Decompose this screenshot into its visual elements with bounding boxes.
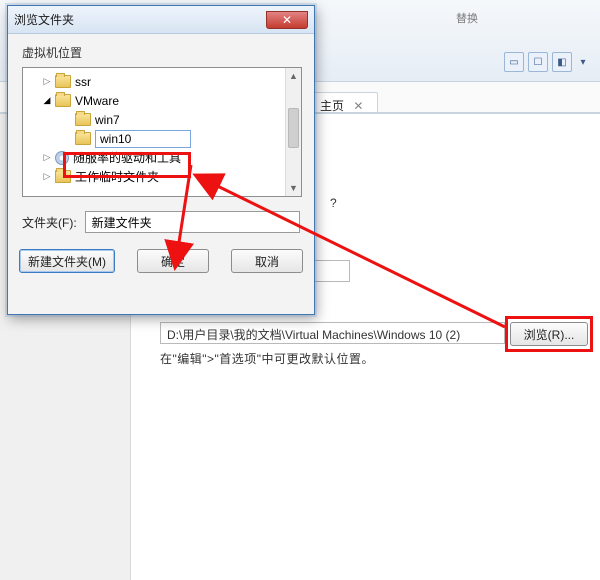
tree-item-drivers[interactable]: ▷ 随服率的驱动和工具 bbox=[25, 148, 299, 167]
tree-rename-input[interactable] bbox=[95, 130, 191, 148]
tree-item-vmware[interactable]: ◢ VMware bbox=[25, 91, 299, 110]
scroll-down-icon[interactable]: ▼ bbox=[286, 180, 301, 196]
folder-icon bbox=[75, 113, 91, 126]
spacer-icon bbox=[61, 133, 73, 145]
browse-button[interactable]: 浏览(R)... bbox=[510, 322, 588, 346]
folder-icon bbox=[55, 94, 71, 107]
tree-item-win7[interactable]: win7 bbox=[25, 110, 299, 129]
collapse-icon[interactable]: ◢ bbox=[41, 95, 53, 107]
tree-scrollbar[interactable]: ▲ ▼ bbox=[285, 68, 301, 196]
expand-icon[interactable]: ▷ bbox=[41, 152, 53, 164]
tree-item-ssr[interactable]: ▷ ssr bbox=[25, 72, 299, 91]
layout-dropdown-icon[interactable]: ▾ bbox=[576, 52, 590, 72]
folder-icon bbox=[55, 75, 71, 88]
layout-icon-1[interactable]: ▭ bbox=[504, 52, 524, 72]
spacer-icon bbox=[61, 114, 73, 126]
folder-icon bbox=[55, 170, 71, 183]
ribbon-view-icons: ▭ ☐ ◧ ▾ bbox=[504, 52, 590, 72]
vm-path-field[interactable]: D:\用户目录\我的文档\Virtual Machines\Windows 10… bbox=[160, 322, 505, 344]
dialog-close-button[interactable]: ✕ bbox=[266, 11, 308, 29]
browse-folder-dialog: 浏览文件夹 ✕ 虚拟机位置 ▷ ssr ◢ VMware win7 bbox=[7, 5, 315, 315]
dialog-title: 浏览文件夹 bbox=[14, 11, 266, 28]
folder-tree[interactable]: ▷ ssr ◢ VMware win7 ▷ 随服 bbox=[22, 67, 302, 197]
folder-field-label: 文件夹(F): bbox=[22, 214, 77, 231]
expand-icon[interactable]: ▷ bbox=[41, 171, 53, 183]
disc-icon bbox=[55, 151, 69, 165]
ribbon-replace-label: 替换 bbox=[456, 10, 478, 26]
folder-icon bbox=[75, 132, 91, 145]
tab-home-label: 主页 bbox=[320, 99, 344, 113]
scroll-thumb[interactable] bbox=[288, 108, 299, 148]
folder-name-input[interactable] bbox=[85, 211, 300, 233]
dialog-titlebar: 浏览文件夹 ✕ bbox=[8, 6, 314, 34]
default-location-help: 在"编辑">"首选项"中可更改默认位置。 bbox=[160, 350, 374, 367]
tab-close-icon[interactable]: ✕ bbox=[353, 99, 363, 113]
layout-icon-2[interactable]: ☐ bbox=[528, 52, 548, 72]
tree-item-win10[interactable] bbox=[25, 129, 299, 148]
bg-question-mark: ? bbox=[330, 196, 337, 210]
tree-label: VMware bbox=[75, 94, 119, 108]
dialog-section-label: 虚拟机位置 bbox=[22, 44, 300, 61]
layout-icon-3[interactable]: ◧ bbox=[552, 52, 572, 72]
tree-label: 工作临时文件夹 bbox=[75, 168, 159, 185]
tree-label: 随服率的驱动和工具 bbox=[73, 149, 181, 166]
expand-icon[interactable]: ▷ bbox=[41, 76, 53, 88]
tree-label: win7 bbox=[95, 113, 120, 127]
ok-button[interactable]: 确定 bbox=[137, 249, 209, 273]
scroll-up-icon[interactable]: ▲ bbox=[286, 68, 301, 84]
new-folder-button[interactable]: 新建文件夹(M) bbox=[19, 249, 115, 273]
cancel-button[interactable]: 取消 bbox=[231, 249, 303, 273]
tree-label: ssr bbox=[75, 75, 91, 89]
tree-item-temp[interactable]: ▷ 工作临时文件夹 bbox=[25, 167, 299, 186]
close-icon: ✕ bbox=[282, 14, 292, 26]
